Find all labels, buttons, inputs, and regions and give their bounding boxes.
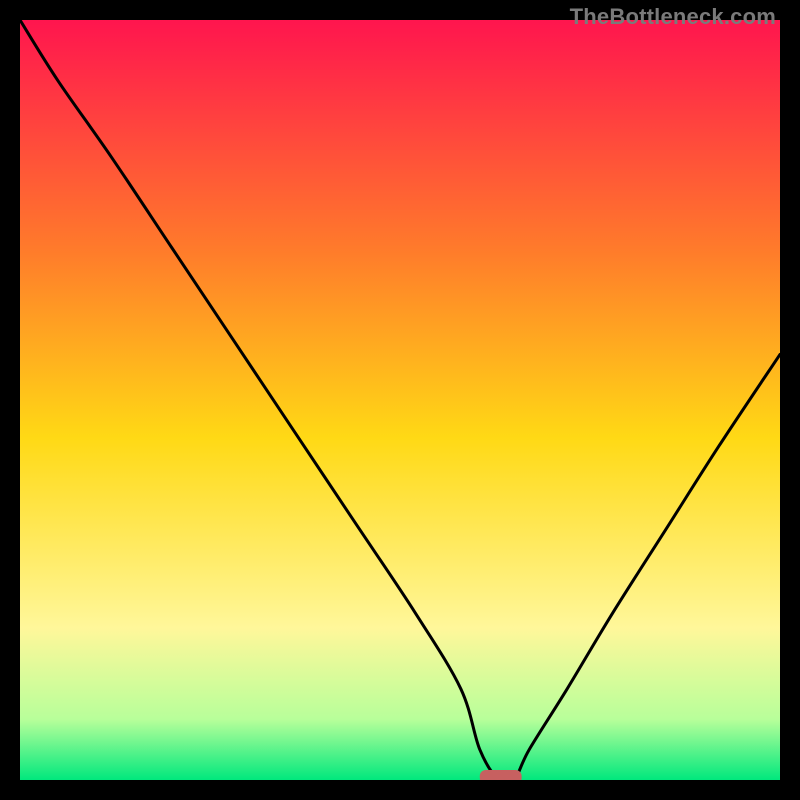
chart-frame xyxy=(20,20,780,780)
bottleneck-chart xyxy=(20,20,780,780)
watermark-text: TheBottleneck.com xyxy=(570,4,776,30)
optimal-range-marker xyxy=(480,770,522,780)
gradient-background xyxy=(20,20,780,780)
